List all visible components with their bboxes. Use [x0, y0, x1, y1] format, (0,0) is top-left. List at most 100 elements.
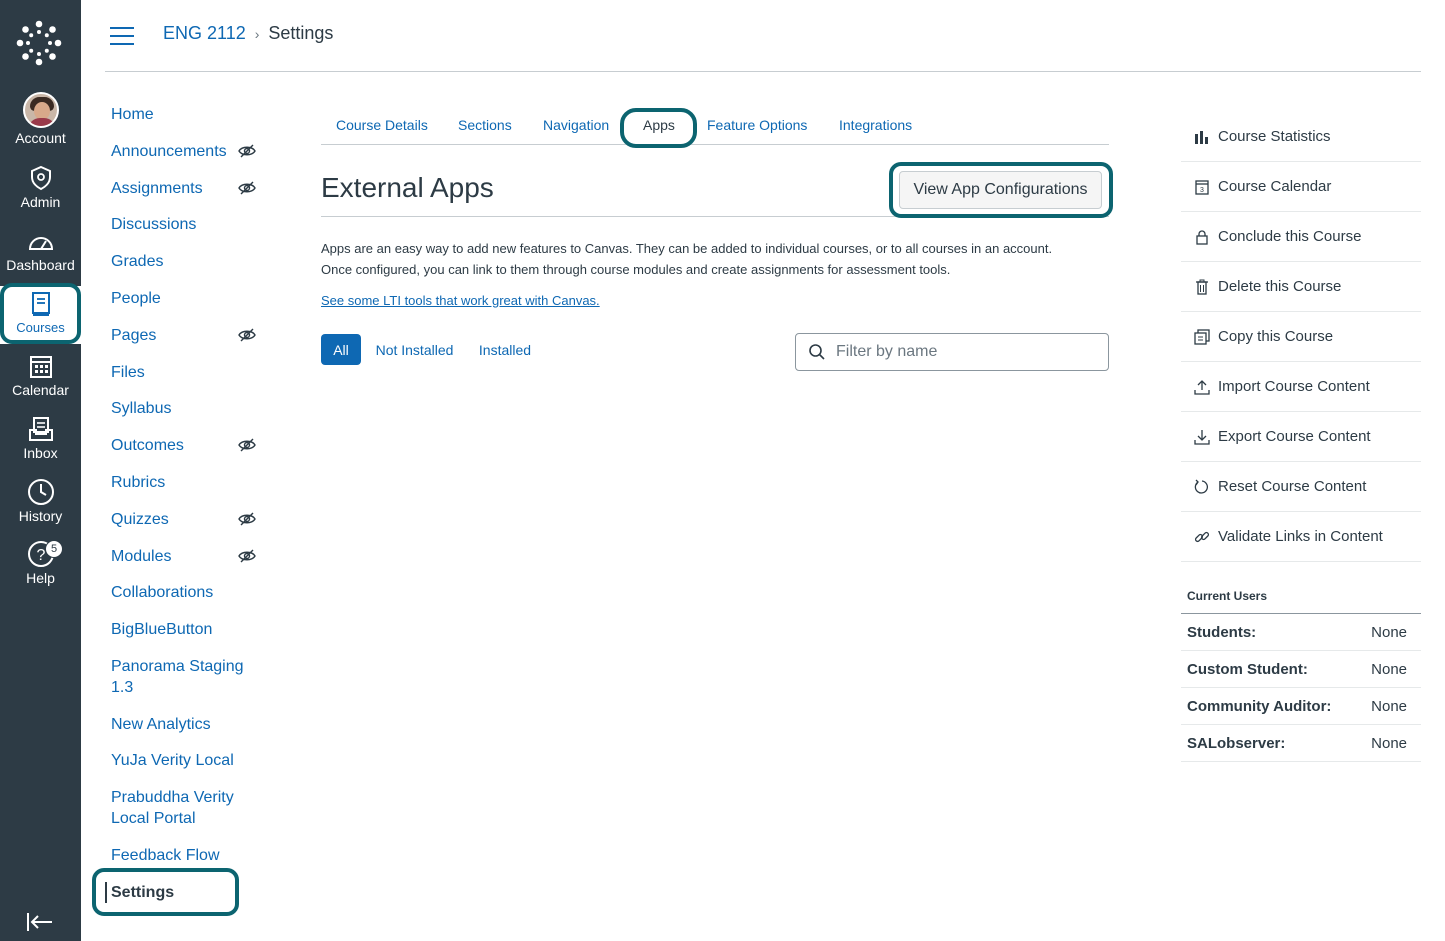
user-role-value: None — [1371, 697, 1407, 715]
global-nav-courses[interactable]: Courses — [0, 286, 81, 344]
global-nav-calendar[interactable]: Calendar — [0, 352, 81, 412]
hidden-eye-icon — [238, 144, 256, 158]
collapse-nav-icon[interactable] — [25, 910, 55, 934]
course-statistics-link[interactable]: Course Statistics — [1181, 112, 1421, 162]
breadcrumb-course-link[interactable]: ENG 2112 — [163, 23, 246, 44]
tab-sections[interactable]: Sections — [458, 117, 512, 133]
avatar — [22, 92, 59, 128]
breadcrumb: ENG 2112 › Settings — [163, 23, 333, 44]
action-label: Validate Links in Content — [1218, 528, 1383, 545]
hamburger-menu-icon[interactable] — [110, 27, 136, 47]
course-nav-people[interactable]: People — [111, 288, 261, 309]
global-nav-label: Inbox — [23, 445, 58, 461]
apps-description: Apps are an easy way to add new features… — [321, 238, 1111, 280]
global-nav-label: Account — [15, 130, 66, 146]
download-icon — [1194, 429, 1210, 445]
current-users-row: Community Auditor: None — [1181, 688, 1421, 725]
course-nav-yuja-verity[interactable]: YuJa Verity Local — [111, 750, 261, 771]
global-nav-label: History — [18, 508, 63, 524]
global-nav-label: Admin — [20, 194, 61, 210]
conclude-course-link[interactable]: Conclude this Course — [1181, 212, 1421, 262]
export-course-content-link[interactable]: Export Course Content — [1181, 412, 1421, 462]
breadcrumb-separator: › — [254, 25, 260, 42]
course-nav-pages[interactable]: Pages — [111, 325, 261, 346]
copy-icon — [1194, 328, 1210, 345]
link-icon — [1194, 531, 1210, 542]
global-nav-admin[interactable]: Admin — [0, 164, 81, 224]
import-course-content-link[interactable]: Import Course Content — [1181, 362, 1421, 412]
hidden-eye-icon — [238, 549, 256, 563]
tab-course-details[interactable]: Course Details — [336, 117, 428, 133]
current-users-row: Custom Student: None — [1181, 651, 1421, 688]
copy-course-link[interactable]: Copy this Course — [1181, 312, 1421, 362]
book-icon — [31, 292, 50, 316]
hidden-eye-icon — [238, 512, 256, 526]
global-nav-inbox[interactable]: Inbox — [0, 415, 81, 475]
course-nav-rubrics[interactable]: Rubrics — [111, 472, 261, 493]
course-nav-prabuddha-verity[interactable]: Prabuddha Verity Local Portal — [111, 787, 246, 829]
course-nav-modules[interactable]: Modules — [111, 546, 261, 567]
page-header: ENG 2112 › Settings — [105, 0, 1421, 72]
global-nav-label: Courses — [16, 320, 65, 335]
course-nav-collaborations[interactable]: Collaborations — [111, 582, 261, 603]
action-label: Conclude this Course — [1218, 228, 1362, 245]
page-title: External Apps — [321, 172, 494, 203]
global-navigation: Account Admin Dashboard Courses Calendar… — [0, 0, 81, 941]
global-nav-history[interactable]: History — [0, 478, 81, 538]
course-calendar-link[interactable]: 3 Course Calendar — [1181, 162, 1421, 212]
global-nav-dashboard[interactable]: Dashboard — [0, 227, 81, 287]
global-nav-label: Calendar — [12, 382, 69, 398]
course-nav-new-analytics[interactable]: New Analytics — [111, 714, 261, 735]
reset-course-content-link[interactable]: Reset Course Content — [1181, 462, 1421, 512]
lock-icon — [1196, 229, 1208, 245]
dashboard-icon — [28, 237, 53, 250]
course-nav-quizzes[interactable]: Quizzes — [111, 509, 261, 530]
current-users-row: Students: None — [1181, 614, 1421, 651]
action-label: Course Calendar — [1218, 178, 1332, 195]
filter-all-button[interactable]: All — [321, 334, 361, 365]
course-nav-grades[interactable]: Grades — [111, 251, 261, 272]
canvas-logo-icon[interactable] — [16, 20, 62, 66]
course-nav-outcomes[interactable]: Outcomes — [111, 435, 261, 456]
settings-tabs: Course Details Sections Navigation Apps … — [321, 108, 1109, 145]
course-nav-label: Outcomes — [111, 437, 184, 454]
course-nav-label: Announcements — [111, 143, 227, 160]
filter-not-installed-button[interactable]: Not Installed — [369, 334, 460, 365]
user-role-label: SALobserver: — [1187, 734, 1286, 752]
tab-navigation[interactable]: Navigation — [543, 117, 609, 133]
tab-feature-options[interactable]: Feature Options — [707, 117, 807, 133]
course-nav-assignments[interactable]: Assignments — [111, 178, 261, 199]
help-badge: 5 — [45, 540, 63, 558]
view-app-configurations-button[interactable]: View App Configurations — [899, 171, 1102, 209]
breadcrumb-current: Settings — [268, 23, 334, 43]
inbox-icon — [28, 417, 53, 441]
course-nav-announcements[interactable]: Announcements — [111, 141, 261, 162]
user-role-label: Custom Student: — [1187, 660, 1308, 678]
tab-integrations[interactable]: Integrations — [839, 117, 912, 133]
global-nav-account[interactable]: Account — [0, 92, 81, 152]
course-nav-discussions[interactable]: Discussions — [111, 214, 261, 235]
current-users-title: Current Users — [1187, 589, 1268, 603]
course-nav-feedback-flow[interactable]: Feedback Flow — [111, 845, 261, 866]
action-label: Reset Course Content — [1218, 478, 1367, 495]
bar-chart-icon — [1195, 130, 1208, 144]
course-nav-home[interactable]: Home — [111, 104, 261, 125]
filter-installed-button[interactable]: Installed — [474, 334, 536, 365]
course-nav-bigbluebutton[interactable]: BigBlueButton — [111, 619, 261, 640]
hidden-eye-icon — [238, 181, 256, 195]
lti-tools-link[interactable]: See some LTI tools that work great with … — [321, 293, 600, 308]
course-nav-settings[interactable]: Settings — [105, 882, 255, 903]
tab-apps[interactable]: Apps — [643, 117, 675, 133]
description-line: Once configured, you can link to them th… — [321, 262, 951, 277]
validate-links-link[interactable]: Validate Links in Content — [1181, 512, 1421, 562]
upload-icon — [1194, 379, 1210, 395]
filter-by-name-input[interactable] — [836, 343, 1096, 361]
course-nav-syllabus[interactable]: Syllabus — [111, 398, 261, 419]
course-nav-files[interactable]: Files — [111, 362, 261, 383]
course-nav-panorama[interactable]: Panorama Staging 1.3 — [111, 656, 246, 698]
global-nav-help[interactable]: ? 5 Help — [0, 540, 81, 600]
delete-course-link[interactable]: Delete this Course — [1181, 262, 1421, 312]
clock-icon — [27, 479, 54, 505]
search-icon — [809, 344, 825, 360]
user-role-value: None — [1371, 734, 1407, 752]
